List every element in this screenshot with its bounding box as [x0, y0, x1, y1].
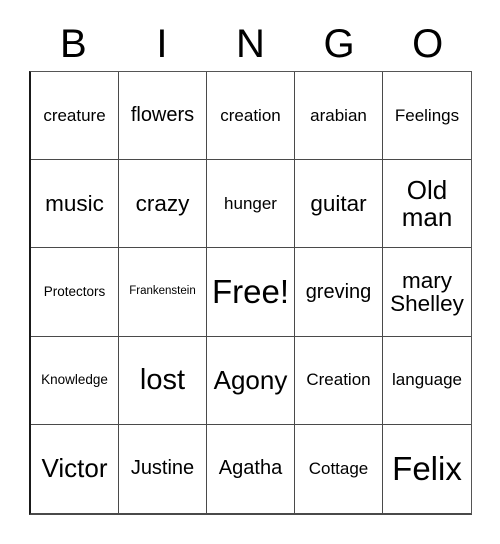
bingo-header-letter-g: G: [323, 22, 355, 66]
bingo-cell-label: Old man: [401, 174, 453, 232]
bingo-cell-label: Cottage: [308, 459, 369, 479]
bingo-cell-creature[interactable]: creature: [31, 72, 119, 161]
bingo-cell-creation[interactable]: Creation: [295, 336, 383, 425]
bingo-cell-agony[interactable]: Agony: [207, 336, 295, 425]
bingo-header: BINGO: [29, 17, 472, 71]
bingo-cell-feelings[interactable]: Feelings: [383, 72, 471, 161]
bingo-cell-label: lost: [139, 364, 186, 397]
bingo-cell-mary-shelley[interactable]: mary Shelley: [383, 248, 471, 337]
bingo-cell-label: hunger: [224, 193, 277, 213]
bingo-cell-label: Frankenstein: [129, 285, 196, 298]
bingo-cell-label: creation: [220, 105, 281, 125]
bingo-cell-label: creature: [43, 105, 106, 125]
bingo-cell-label: Agatha: [218, 457, 283, 480]
bingo-cell-language[interactable]: language: [383, 336, 471, 425]
bingo-cell-knowledge[interactable]: Knowledge: [31, 336, 119, 425]
bingo-header-letter-n: N: [236, 22, 265, 66]
bingo-cell-label: crazy: [135, 191, 190, 217]
bingo-header-letter-i: I: [156, 22, 168, 66]
bingo-cell-label: arabian: [310, 105, 367, 125]
bingo-cell-guitar[interactable]: guitar: [295, 160, 383, 249]
bingo-cell-label: Agony: [213, 364, 288, 395]
bingo-header-letter-o: O: [412, 22, 444, 66]
bingo-cell-arabian[interactable]: arabian: [295, 72, 383, 161]
bingo-cell-cottage[interactable]: Cottage: [295, 424, 383, 513]
bingo-cell-justine[interactable]: Justine: [119, 424, 207, 513]
bingo-header-letter-b: B: [59, 22, 87, 66]
bingo-cell-label: mary Shelley: [390, 267, 464, 316]
bingo-cell-label: Knowledge: [41, 372, 108, 388]
bingo-cell-label: Felix: [392, 449, 462, 487]
bingo-cell-label: Justine: [130, 457, 195, 480]
bingo-cell-label: Creation: [306, 370, 371, 390]
bingo-cell-greving[interactable]: greving: [295, 248, 383, 337]
bingo-cell-flowers[interactable]: flowers: [119, 72, 207, 161]
bingo-cell-frankenstein[interactable]: Frankenstein: [119, 248, 207, 337]
bingo-cell-label: Free!: [211, 272, 290, 310]
bingo-cell-label: Feelings: [394, 105, 460, 125]
bingo-cell-hunger[interactable]: hunger: [207, 160, 295, 249]
bingo-cell-label: Protectors: [43, 283, 106, 299]
bingo-card: B I N G O creature flowers creation arabian Feel…: [0, 0, 500, 544]
bingo-cell-label: music: [45, 191, 104, 217]
bingo-cell-label: language: [392, 370, 462, 390]
bingo-cell-creation[interactable]: creation: [207, 72, 295, 161]
bingo-cell-crazy[interactable]: crazy: [119, 160, 207, 249]
bingo-cell-felix[interactable]: Felix: [383, 424, 471, 513]
bingo-cell-label: Victor: [41, 453, 108, 484]
bingo-cell-label: guitar: [310, 191, 367, 217]
bingo-cell-music[interactable]: music: [31, 160, 119, 249]
bingo-cell-label: flowers: [130, 104, 195, 127]
bingo-cell-label: greving: [305, 280, 372, 303]
bingo-cell-agatha[interactable]: Agatha: [207, 424, 295, 513]
bingo-cell-lost[interactable]: lost: [119, 336, 207, 425]
bingo-cell-protectors[interactable]: Protectors: [31, 248, 119, 337]
bingo-cell-free[interactable]: Free!: [207, 248, 295, 337]
bingo-cell-victor[interactable]: Victor: [31, 424, 119, 513]
bingo-cell-old-man[interactable]: Old man: [383, 160, 471, 249]
bingo-grid: creature flowers creation arabian Feelings mu…: [29, 71, 472, 515]
